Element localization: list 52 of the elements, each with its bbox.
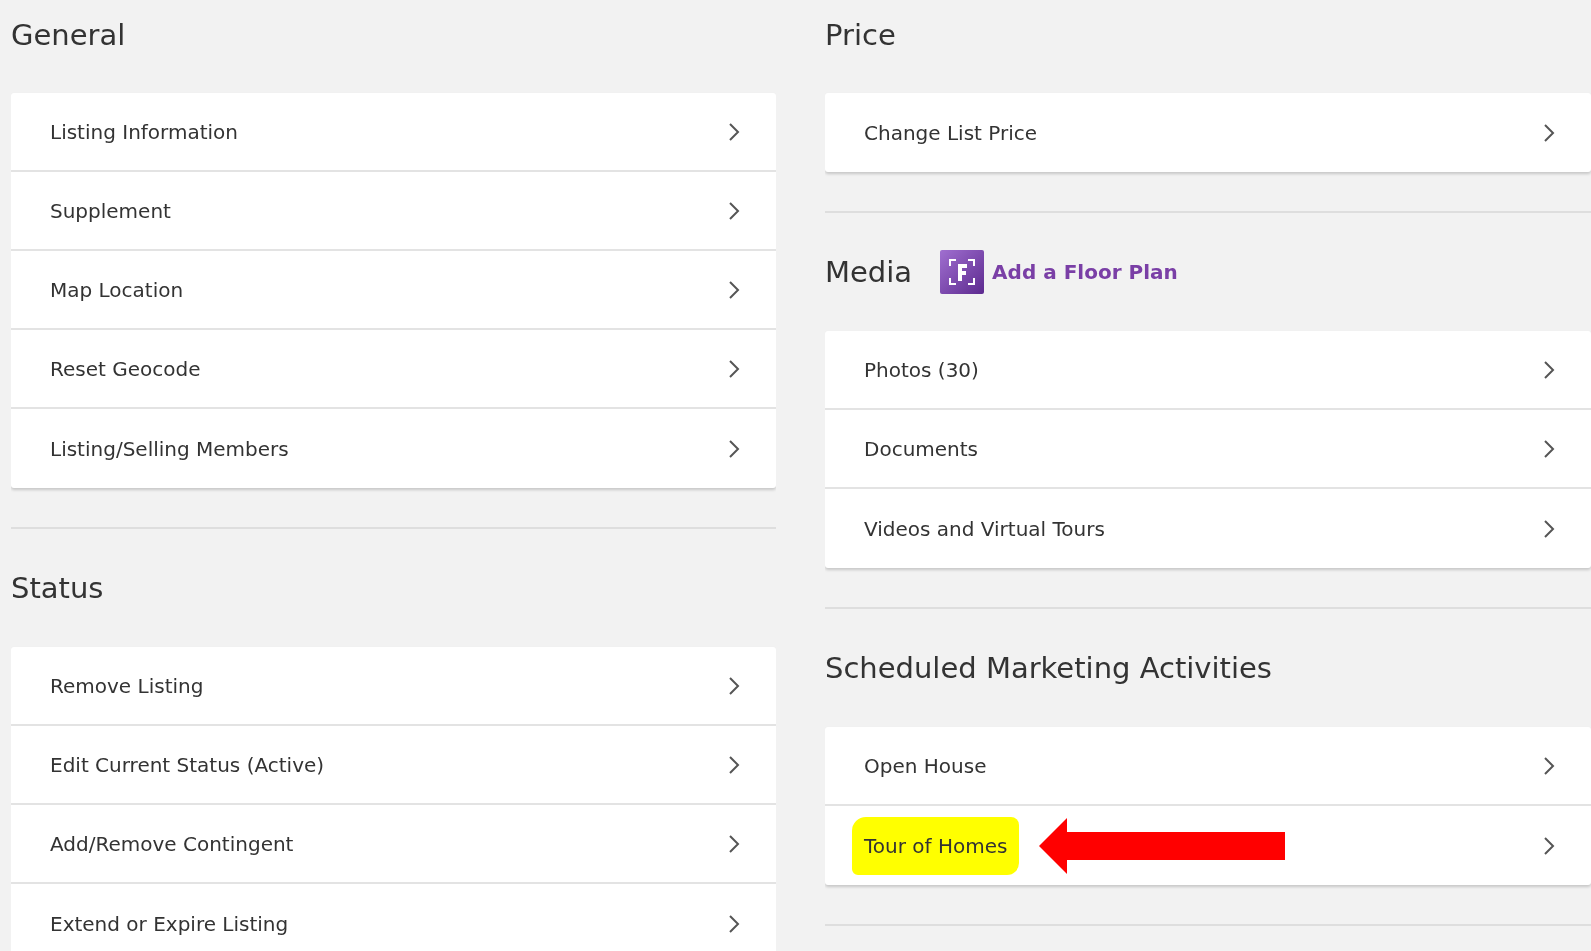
menu-item[interactable]: Edit Current Status (Active) <box>11 726 776 805</box>
item-label: Edit Current Status (Active) <box>50 751 325 779</box>
menu-item[interactable]: Extend or Expire Listing <box>11 884 776 951</box>
section-title: Price <box>825 18 896 53</box>
menu-item[interactable]: Videos and Virtual Tours <box>825 489 1591 568</box>
menu-item[interactable]: Change List Price <box>825 93 1591 172</box>
section-title: Status <box>11 570 104 606</box>
floor-plan-icon <box>940 250 985 294</box>
item-label: Listing/Selling Members <box>50 435 289 463</box>
menu-item[interactable]: Remove Listing <box>11 647 776 726</box>
item-label: Videos and Virtual Tours <box>864 515 1105 543</box>
chevron-right-icon <box>728 833 740 854</box>
chevron-right-icon <box>728 358 740 379</box>
menu-item[interactable]: Supplement <box>11 172 776 251</box>
menu-item[interactable]: Photos (30) <box>825 331 1591 410</box>
item-label: Supplement <box>50 197 171 225</box>
section-title: General <box>11 18 126 53</box>
chevron-right-icon <box>1543 835 1555 856</box>
chevron-right-icon <box>728 438 740 459</box>
item-label: Map Location <box>50 276 184 304</box>
item-label: Tour of Homes <box>852 816 1020 875</box>
menu-item[interactable]: Map Location <box>11 251 776 330</box>
menu-item[interactable]: Open House <box>825 727 1591 806</box>
item-label: Listing Information <box>50 118 239 146</box>
item-label: Reset Geocode <box>50 355 201 383</box>
item-label: Add/Remove Contingent <box>50 830 294 858</box>
section-title: Scheduled Marketing Activities <box>825 650 1272 686</box>
menu-item[interactable]: Documents <box>825 410 1591 489</box>
item-label: Change List Price <box>864 119 1038 147</box>
chevron-right-icon <box>1543 518 1555 539</box>
chevron-right-icon <box>728 121 740 142</box>
menu-item[interactable]: Listing Information <box>11 93 776 172</box>
menu-item[interactable]: Reset Geocode <box>11 330 776 409</box>
chevron-right-icon <box>728 200 740 221</box>
chevron-right-icon <box>1543 359 1555 380</box>
item-label: Documents <box>864 435 979 463</box>
add-floor-plan-link[interactable]: Add a Floor Plan <box>940 250 1178 294</box>
menu-item[interactable]: Add/Remove Contingent <box>11 805 776 884</box>
chevron-right-icon <box>728 913 740 934</box>
chevron-right-icon <box>1543 122 1555 143</box>
chevron-right-icon <box>728 675 740 696</box>
item-label: Open House <box>864 752 987 780</box>
chevron-right-icon <box>728 754 740 775</box>
menu-item[interactable]: Tour of Homes <box>825 806 1591 885</box>
item-label: Photos (30) <box>864 356 979 384</box>
item-label: Extend or Expire Listing <box>50 910 289 938</box>
chevron-right-icon <box>728 279 740 300</box>
chevron-right-icon <box>1543 438 1555 459</box>
section-title: Media <box>825 254 913 290</box>
menu-item[interactable]: Listing/Selling Members <box>11 409 776 488</box>
chevron-right-icon <box>1543 755 1555 776</box>
item-label: Remove Listing <box>50 672 204 700</box>
